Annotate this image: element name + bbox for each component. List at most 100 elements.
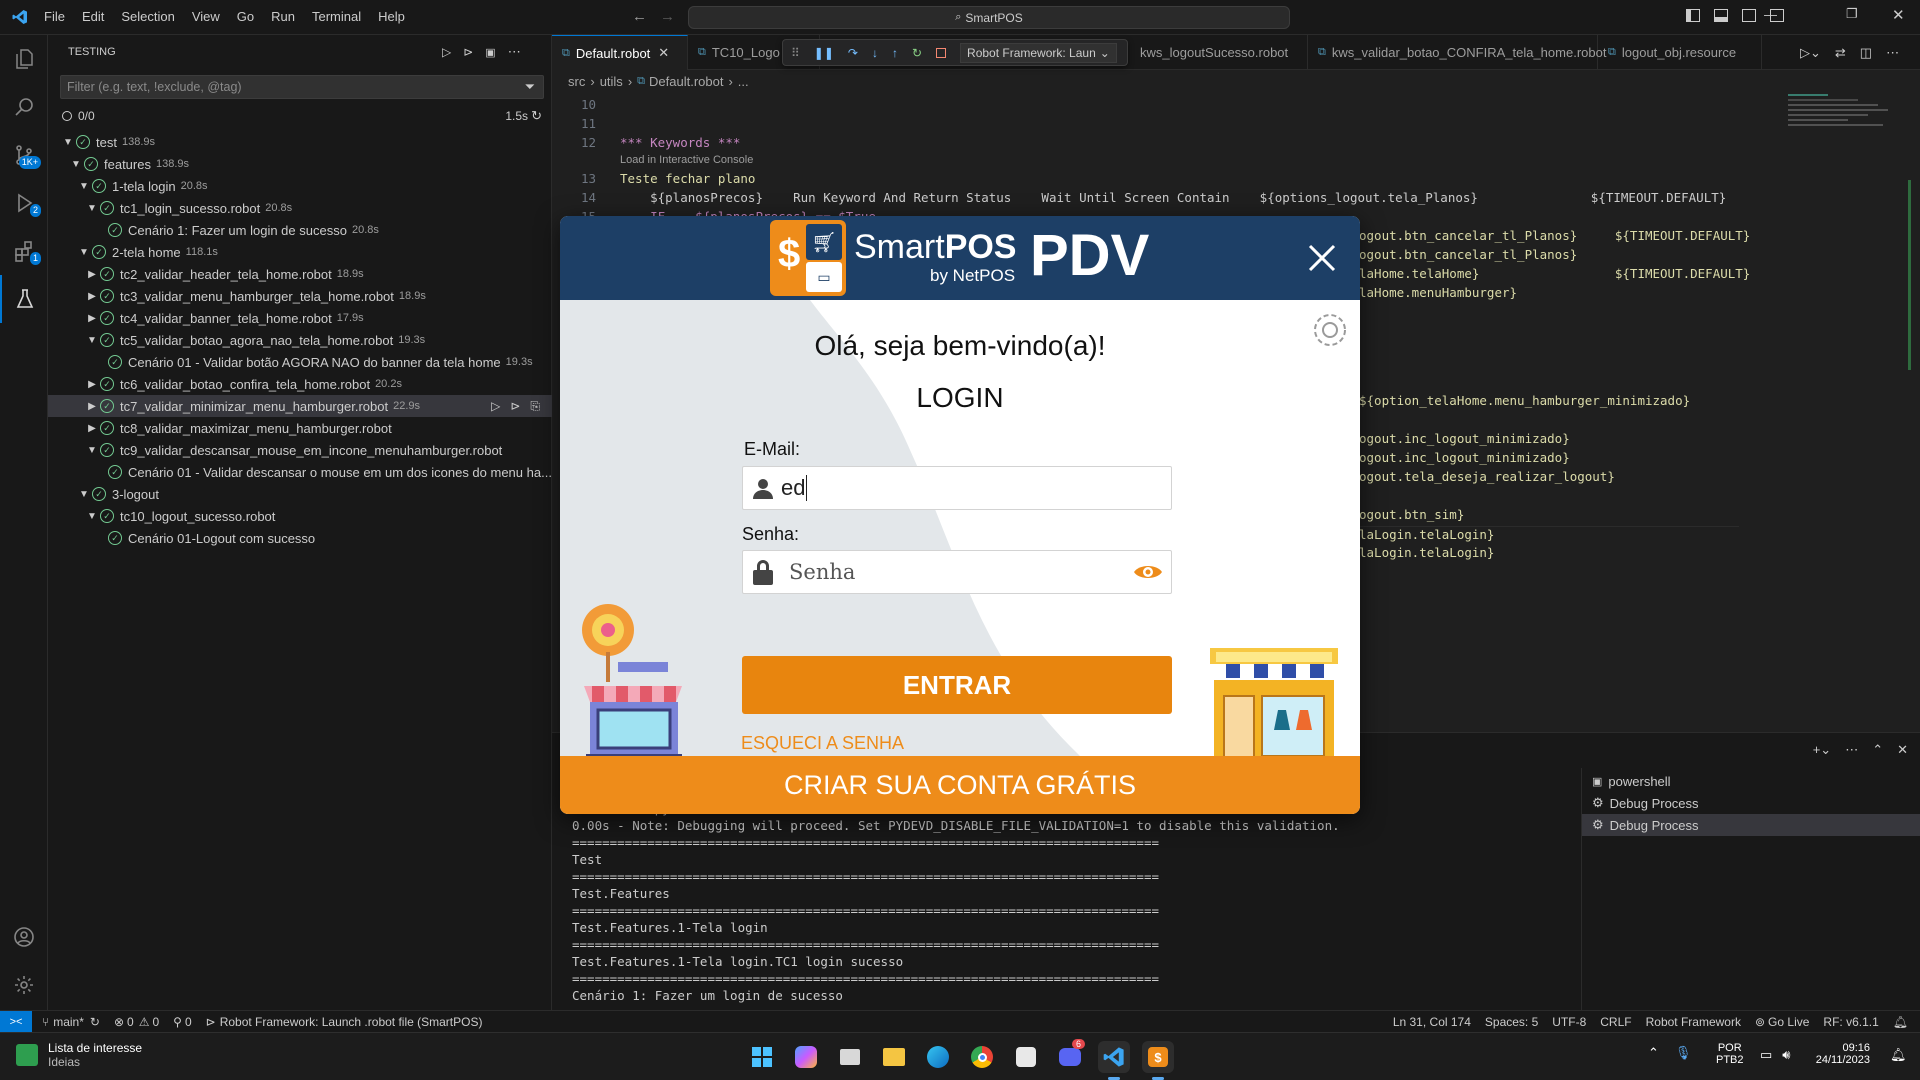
remote-indicator[interactable]: >< xyxy=(0,1010,32,1033)
drag-handle-icon[interactable]: ⠿ xyxy=(791,46,800,60)
notifications-bell-icon[interactable]: 🔔︎ xyxy=(1890,1047,1907,1063)
tree-item[interactable]: ▶ ✓ tc2_validar_header_tela_home.robot 18.9… xyxy=(48,263,552,285)
chevron-down-icon[interactable]: ▼ xyxy=(84,335,100,346)
open-changes-icon[interactable]: ⇄ xyxy=(1835,45,1846,61)
toggle-sidebar-icon[interactable] xyxy=(1686,9,1700,22)
show-password-eye-icon[interactable] xyxy=(1133,562,1163,582)
menu-edit[interactable]: Edit xyxy=(82,9,104,24)
rf-version[interactable]: RF: v6.1.1 xyxy=(1823,1015,1878,1029)
menu-file[interactable]: File xyxy=(44,9,65,24)
warning-count[interactable]: 0 xyxy=(152,1015,159,1029)
create-account-button[interactable]: CRIAR SUA CONTA GRÁTIS xyxy=(560,756,1360,814)
menu-run[interactable]: Run xyxy=(271,9,295,24)
toggle-panel-icon[interactable] xyxy=(1714,9,1728,22)
codelens[interactable]: Load in Interactive Console xyxy=(620,154,753,166)
tree-item[interactable]: ▼ ✓ 2-tela home 118.1s xyxy=(48,241,552,263)
terminal-item-powershell[interactable]: ▣ powershell xyxy=(1582,770,1920,792)
more-actions-icon[interactable]: ⋯ xyxy=(508,44,521,60)
terminal-item-debug-active[interactable]: ⚙ Debug Process xyxy=(1582,814,1920,836)
chevron-down-icon[interactable]: ▼ xyxy=(84,511,100,522)
tree-item[interactable]: ▼ ✓ tc1_login_sucesso.robot 20.8s xyxy=(48,197,552,219)
debug-config-select[interactable]: Robot Framework: Laun ⌄ xyxy=(960,42,1117,63)
chevron-right-icon[interactable]: ▶ xyxy=(84,269,100,280)
chevron-down-icon[interactable]: ▼ xyxy=(60,137,76,148)
tree-item[interactable]: ▼ ✓ features 138.9s xyxy=(48,153,552,175)
command-center[interactable]: ⌕ SmartPOS xyxy=(688,6,1290,29)
tab-kws-logout-sucesso[interactable]: kws_logoutSucesso.robot xyxy=(1130,35,1308,70)
run-debug-icon[interactable]: 2 xyxy=(0,179,48,227)
refresh-icon[interactable]: ↻ xyxy=(531,108,542,124)
debug-test-icon[interactable]: ⊳ xyxy=(510,399,520,414)
tree-item[interactable]: ▼ ✓ 1-tela login 20.8s xyxy=(48,175,552,197)
tab-logout-obj-resource[interactable]: ⧉ logout_obj.resource xyxy=(1598,35,1762,70)
error-count[interactable]: 0 xyxy=(127,1015,134,1029)
run-test-icon[interactable]: ▷ xyxy=(491,399,500,414)
manage-gear-icon[interactable] xyxy=(0,961,48,1009)
tree-item[interactable]: ✓ Cenário 01 - Validar descansar o mouse … xyxy=(48,461,552,483)
chevron-right-icon[interactable]: ▶ xyxy=(84,379,100,390)
indentation[interactable]: Spaces: 5 xyxy=(1485,1015,1538,1029)
more-actions-icon[interactable]: ⋯ xyxy=(1886,45,1899,61)
back-arrow-icon[interactable]: ← xyxy=(632,8,647,25)
tree-item[interactable]: ▼ ✓ tc10_logout_sucesso.robot xyxy=(48,505,552,527)
notifications-bell-icon[interactable]: 🔔︎ xyxy=(1893,1015,1908,1029)
minimize-window-icon[interactable]: — xyxy=(1764,7,1777,22)
close-window-icon[interactable]: ✕ xyxy=(1892,6,1905,24)
ports-count[interactable]: 0 xyxy=(185,1015,192,1029)
toggle-secondary-sidebar-icon[interactable] xyxy=(1742,9,1756,22)
stop-icon[interactable] xyxy=(936,47,947,58)
chevron-down-icon[interactable]: ▼ xyxy=(76,489,92,500)
chrome-icon[interactable] xyxy=(966,1041,998,1073)
forgot-password-link[interactable]: ESQUECI A SENHA xyxy=(741,733,904,754)
chevron-down-icon[interactable]: ▼ xyxy=(68,159,84,170)
clock[interactable]: 09:16 24/11/2023 xyxy=(1808,1042,1870,1066)
menu-selection[interactable]: Selection xyxy=(121,9,174,24)
split-editor-icon[interactable]: ◫ xyxy=(1860,45,1872,61)
debug-tests-icon[interactable]: ⊳ xyxy=(463,45,473,59)
tree-item[interactable]: ▶ ✓ tc3_validar_menu_hamburger_tela_home.r… xyxy=(48,285,552,307)
minimap[interactable] xyxy=(1788,92,1906,182)
chevron-down-icon[interactable]: ▼ xyxy=(76,181,92,192)
chevron-down-icon[interactable]: ▼ xyxy=(84,445,100,456)
password-field[interactable]: Senha xyxy=(742,550,1172,594)
restart-icon[interactable]: ↻ xyxy=(912,46,922,60)
chevron-up-icon[interactable]: ⌃ xyxy=(1648,1045,1659,1061)
maximize-panel-icon[interactable]: ⌃ xyxy=(1872,742,1883,758)
tree-item[interactable]: ▶ ✓ tc4_validar_banner_tela_home.robot 17.9… xyxy=(48,307,552,329)
testing-icon[interactable] xyxy=(0,275,48,323)
encoding[interactable]: UTF-8 xyxy=(1552,1015,1586,1029)
close-tab-icon[interactable]: ✕ xyxy=(658,45,669,61)
tab-default-robot[interactable]: ⧉ Default.robot ✕ xyxy=(552,35,688,70)
microphone-icon[interactable]: 🎙︎ xyxy=(1675,1045,1692,1061)
breadcrumb-src[interactable]: src xyxy=(568,74,585,89)
tree-item[interactable]: ▶ ✓ tc6_validar_botao_confira_tela_home.ro… xyxy=(48,373,552,395)
sync-icon[interactable]: ↻ xyxy=(90,1015,100,1029)
tree-item[interactable]: ▶ ✓ tc8_validar_maximizar_menu_hamburger.r… xyxy=(48,417,552,439)
edge-browser-icon[interactable] xyxy=(922,1041,954,1073)
source-control-icon[interactable]: 1K+ xyxy=(0,131,48,179)
chevron-right-icon[interactable]: ▶ xyxy=(84,423,100,434)
breadcrumb-utils[interactable]: utils xyxy=(600,74,623,89)
accounts-icon[interactable] xyxy=(0,913,48,961)
entrar-button[interactable]: ENTRAR xyxy=(742,656,1172,714)
terminal-output[interactable]: 0.00s - to python to disable frozen modu… xyxy=(572,800,1572,1004)
tree-item[interactable]: ▼ ✓ test 138.9s xyxy=(48,131,552,153)
language-mode[interactable]: Robot Framework xyxy=(1646,1015,1741,1029)
vscode-taskbar-icon[interactable] xyxy=(1098,1041,1130,1073)
step-into-icon[interactable]: ↓ xyxy=(872,46,878,60)
restore-window-icon[interactable]: ❐ xyxy=(1846,6,1858,22)
quick-settings[interactable]: ▭ 🔊︎ xyxy=(1760,1047,1791,1063)
test-filter-input[interactable]: Filter (e.g. text, !exclude, @tag) ⏷ xyxy=(60,75,544,99)
step-out-icon[interactable]: ↑ xyxy=(892,46,898,60)
task-view-icon[interactable] xyxy=(834,1041,866,1073)
chevron-right-icon[interactable]: ▶ xyxy=(84,313,100,324)
branch-name[interactable]: main* xyxy=(53,1015,84,1029)
tree-item[interactable]: ▼ ✓ tc5_validar_botao_agora_nao_tela_home.… xyxy=(48,329,552,351)
discord-icon[interactable]: 6 xyxy=(1054,1039,1086,1073)
chevron-right-icon[interactable]: ▶ xyxy=(84,401,100,412)
copilot-icon[interactable] xyxy=(790,1041,822,1073)
email-field[interactable]: ed xyxy=(742,466,1172,510)
pause-icon[interactable]: ❚❚ xyxy=(814,46,834,60)
tree-item[interactable]: ▼ ✓ 3-logout xyxy=(48,483,552,505)
close-dialog-icon[interactable] xyxy=(1300,236,1344,280)
